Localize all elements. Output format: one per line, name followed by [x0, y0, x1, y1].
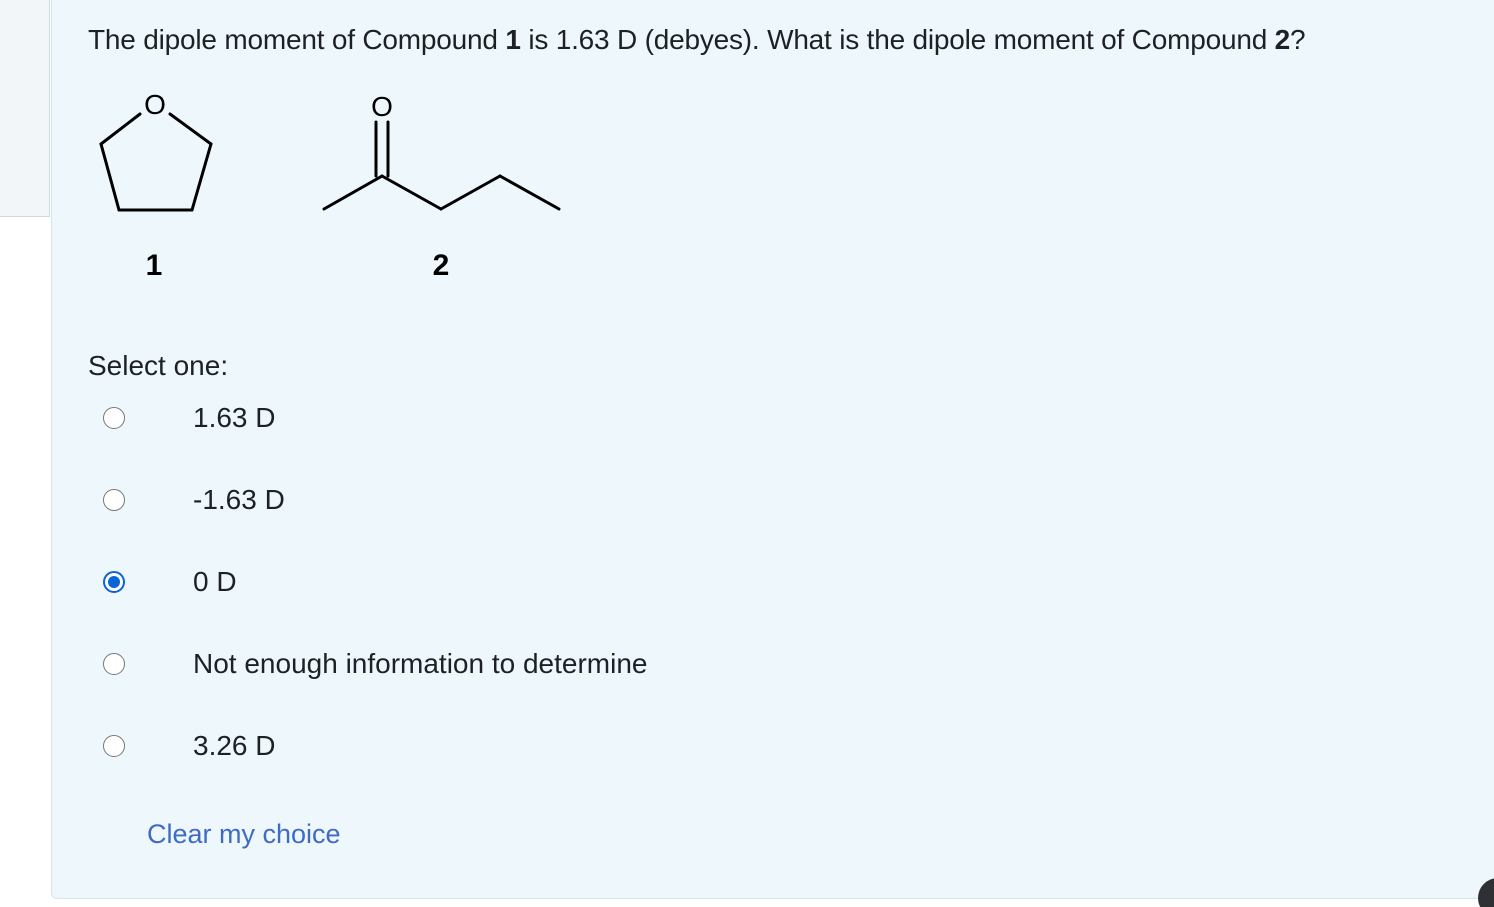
compound-1-label: 1	[146, 249, 163, 282]
answer-option-label[interactable]: Not enough information to determine	[193, 646, 648, 682]
radio-button[interactable]	[103, 489, 125, 511]
bond	[322, 174, 384, 211]
radio-button[interactable]	[103, 407, 125, 429]
select-one-prompt: Select one:	[88, 350, 229, 381]
answer-option[interactable]: Not enough information to determine	[100, 646, 800, 686]
compound-1-structure	[99, 112, 213, 212]
bond	[168, 112, 213, 146]
structures-image: O 1 O 2	[0, 0, 700, 300]
bond	[99, 112, 142, 146]
bond	[190, 142, 213, 212]
radio-button[interactable]	[103, 571, 125, 593]
oxygen-atom-label: O	[144, 89, 166, 120]
answer-option-label[interactable]: -1.63 D	[193, 482, 285, 518]
radio-button[interactable]	[103, 653, 125, 675]
answer-option[interactable]: 0 D	[100, 564, 800, 604]
clear-my-choice-link[interactable]: Clear my choice	[147, 816, 341, 852]
answer-option-label[interactable]: 3.26 D	[193, 728, 276, 764]
oxygen-atom-label: O	[371, 91, 393, 122]
answer-option[interactable]: -1.63 D	[100, 482, 800, 522]
bond	[99, 142, 121, 212]
compound-2-structure	[322, 120, 561, 211]
bond	[380, 174, 443, 211]
answer-option-label[interactable]: 1.63 D	[193, 400, 276, 436]
answer-option-label[interactable]: 0 D	[193, 564, 237, 600]
answer-option[interactable]: 1.63 D	[100, 400, 800, 440]
answer-option[interactable]: 3.26 D	[100, 728, 800, 768]
molecule-drawings: O 1 O 2	[99, 89, 561, 282]
bond	[439, 174, 502, 211]
question-page: The dipole moment of Compound 1 is 1.63 …	[0, 0, 1494, 907]
compound-2-label: 2	[433, 249, 450, 282]
bond	[498, 174, 561, 211]
radio-button[interactable]	[103, 735, 125, 757]
